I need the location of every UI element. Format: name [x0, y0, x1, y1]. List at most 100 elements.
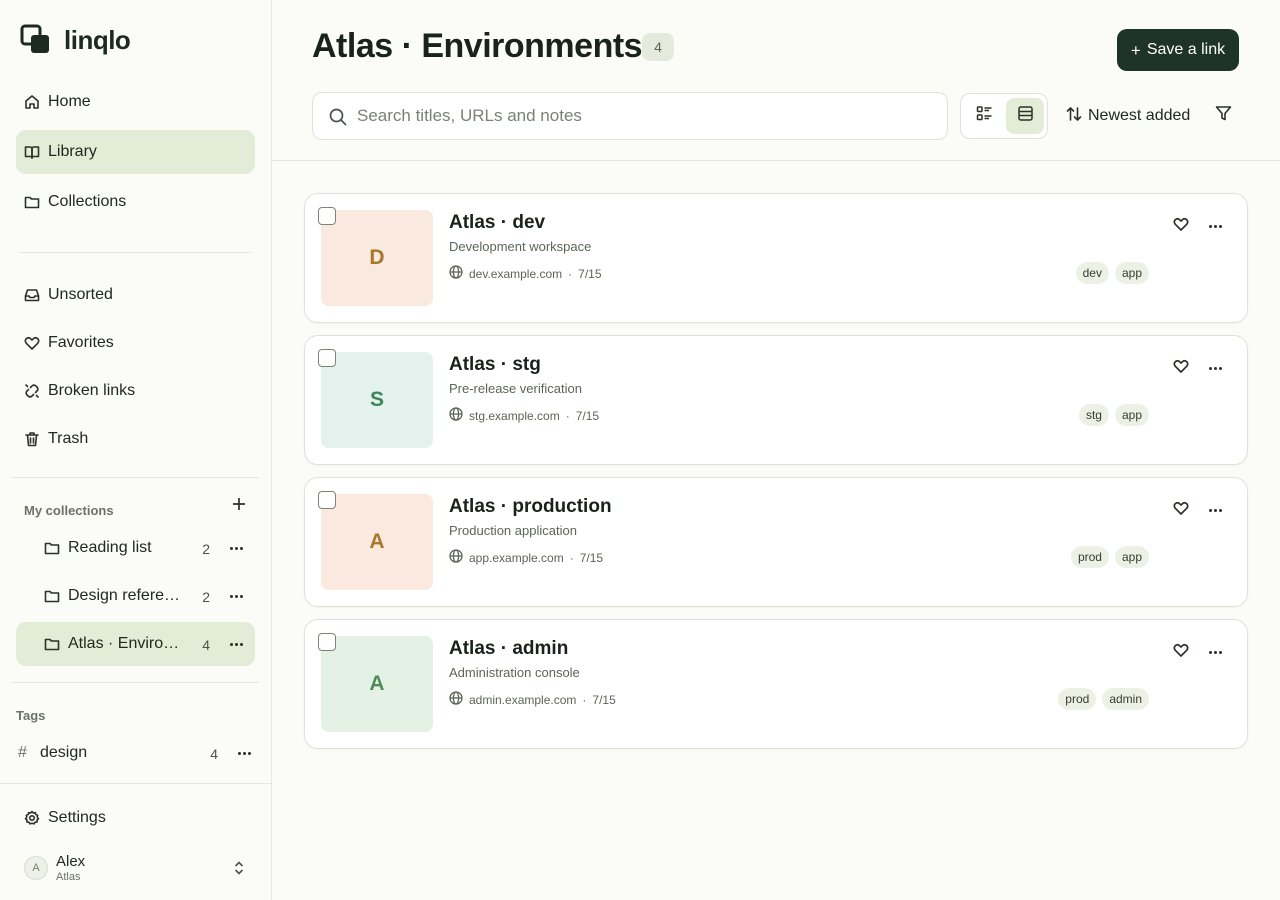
- link-card[interactable]: A Atlas · admin Administration console a…: [304, 619, 1248, 749]
- thumbnail-letter: D: [369, 246, 385, 269]
- ellipsis-icon: [1208, 508, 1222, 512]
- link-title[interactable]: Atlas · dev: [449, 212, 545, 234]
- favorite-button[interactable]: [1171, 216, 1191, 236]
- link-card[interactable]: D Atlas · dev Development workspace dev.…: [304, 193, 1248, 323]
- link-title[interactable]: Atlas · production: [449, 496, 612, 518]
- user-menu[interactable]: A Alex Atlas: [24, 852, 256, 886]
- inbox-icon: [24, 287, 40, 303]
- more-options-button[interactable]: [226, 586, 246, 606]
- more-options-button[interactable]: [234, 743, 254, 763]
- link-description: Pre-release verification: [449, 381, 582, 396]
- collection-count: 4: [202, 637, 210, 653]
- link-domain[interactable]: app.example.com: [469, 551, 564, 565]
- card-view-button[interactable]: [1006, 98, 1044, 134]
- book-icon: [24, 144, 40, 160]
- link-meta: app.example.com · 7/15: [449, 549, 603, 566]
- link-tags: prod admin: [1058, 688, 1149, 710]
- search-input[interactable]: [357, 93, 937, 139]
- sidebar-item-trash[interactable]: Trash: [16, 417, 255, 461]
- tags-heading: Tags: [16, 708, 46, 723]
- favorite-button[interactable]: [1171, 358, 1191, 378]
- select-checkbox[interactable]: [318, 349, 336, 367]
- view-toggle: [960, 93, 1048, 139]
- plus-icon: +: [1130, 40, 1141, 60]
- sidebar-item-label: Home: [48, 93, 91, 110]
- ellipsis-icon: [1208, 366, 1222, 370]
- folder-icon: [44, 588, 60, 604]
- tag-chip[interactable]: app: [1114, 546, 1149, 568]
- more-options-button[interactable]: [1205, 358, 1225, 378]
- tag-chip[interactable]: prod: [1058, 688, 1097, 710]
- sidebar-item-label: Broken links: [48, 382, 136, 399]
- app-name: linqlo: [64, 24, 131, 55]
- link-tags: dev app: [1075, 262, 1149, 284]
- more-options-button[interactable]: [226, 634, 246, 654]
- sidebar-item-favorites[interactable]: Favorites: [16, 321, 255, 365]
- heart-icon: [1173, 358, 1189, 379]
- favorite-button[interactable]: [1171, 500, 1191, 520]
- collection-count: 2: [202, 589, 210, 605]
- favorite-button[interactable]: [1171, 642, 1191, 662]
- sidebar-item-label: Settings: [48, 809, 106, 826]
- collection-label: Design references: [68, 587, 186, 604]
- sidebar-item-home[interactable]: Home: [16, 80, 255, 124]
- tag-item-design[interactable]: # design 4: [16, 731, 255, 775]
- tag-chip[interactable]: prod: [1070, 546, 1109, 568]
- sort-icon: [1066, 106, 1088, 127]
- link-title[interactable]: Atlas · admin: [449, 638, 568, 660]
- more-options-button[interactable]: [226, 538, 246, 558]
- tag-count: 4: [210, 746, 218, 762]
- link-card[interactable]: S Atlas · stg Pre-release verification s…: [304, 335, 1248, 465]
- sidebar-item-broken-links[interactable]: Broken links: [16, 369, 255, 413]
- folder-icon: [44, 540, 60, 556]
- sidebar-item-library[interactable]: Library: [16, 130, 255, 174]
- ellipsis-icon: [1208, 224, 1222, 228]
- save-link-label: Save a link: [1146, 41, 1226, 58]
- tag-chip[interactable]: admin: [1102, 688, 1149, 710]
- filter-icon: [1215, 105, 1232, 127]
- collection-item-atlas-environments[interactable]: Atlas · Environments 4: [16, 622, 255, 666]
- link-date: 7/15: [575, 408, 600, 423]
- sidebar-divider: [12, 477, 259, 478]
- select-checkbox[interactable]: [318, 207, 336, 225]
- sidebar-item-collections[interactable]: Collections: [16, 180, 255, 224]
- tag-chip[interactable]: app: [1114, 404, 1149, 426]
- search-icon: [329, 108, 347, 126]
- collection-item-reading-list[interactable]: Reading list 2: [16, 526, 255, 570]
- sort-label: Newest added: [1088, 107, 1191, 124]
- sidebar-item-label: Collections: [48, 193, 127, 210]
- filter-button[interactable]: [1212, 105, 1234, 127]
- link-title[interactable]: Atlas · stg: [449, 354, 541, 376]
- link-tags: prod app: [1070, 546, 1149, 568]
- collection-item-design-references[interactable]: Design references 2: [16, 574, 255, 618]
- select-checkbox[interactable]: [318, 633, 336, 651]
- save-link-button[interactable]: + Save a link: [1117, 29, 1239, 71]
- ellipsis-icon: [229, 546, 243, 550]
- sidebar-item-settings[interactable]: Settings: [16, 796, 255, 840]
- select-checkbox[interactable]: [318, 491, 336, 509]
- link-card[interactable]: A Atlas · production Production applicat…: [304, 477, 1248, 607]
- link-domain[interactable]: admin.example.com: [469, 693, 576, 707]
- app-logo[interactable]: linqlo: [20, 24, 131, 56]
- sort-button[interactable]: Newest added: [1066, 103, 1190, 129]
- sidebar: linqlo Home Library Collections Unsorted…: [0, 0, 272, 900]
- more-options-button[interactable]: [1205, 500, 1225, 520]
- thumbnail-letter: A: [369, 672, 385, 695]
- sidebar-divider: [12, 682, 259, 683]
- globe-icon: [449, 265, 469, 282]
- tag-chip[interactable]: dev: [1075, 262, 1109, 284]
- globe-icon: [449, 549, 469, 566]
- sidebar-item-unsorted[interactable]: Unsorted: [16, 273, 255, 317]
- ellipsis-icon: [229, 594, 243, 598]
- compact-view-button[interactable]: [965, 98, 1003, 134]
- more-options-button[interactable]: [1205, 642, 1225, 662]
- tag-chip[interactable]: stg: [1078, 404, 1109, 426]
- more-options-button[interactable]: [1205, 216, 1225, 236]
- header-divider: [272, 160, 1280, 161]
- add-collection-button[interactable]: [229, 496, 249, 516]
- avatar: A: [24, 856, 48, 880]
- link-domain[interactable]: stg.example.com: [469, 409, 560, 423]
- link-domain[interactable]: dev.example.com: [469, 267, 562, 281]
- collection-count: 2: [202, 541, 210, 557]
- tag-chip[interactable]: app: [1114, 262, 1149, 284]
